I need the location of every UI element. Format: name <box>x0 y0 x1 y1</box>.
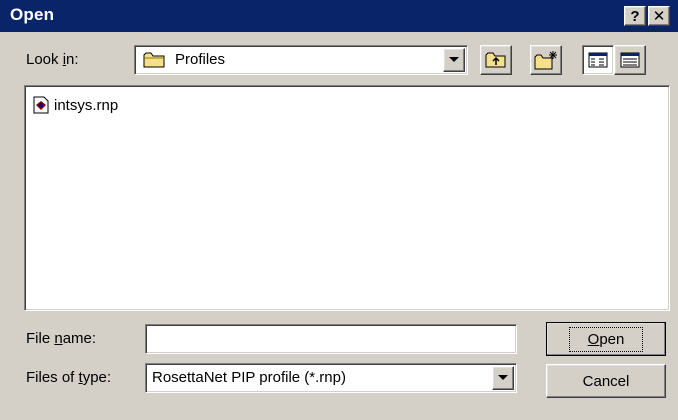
create-new-folder-button[interactable] <box>530 45 562 75</box>
help-icon: ? <box>630 7 640 25</box>
files-of-type-combo[interactable]: RosettaNet PIP profile (*.rnp) <box>145 363 517 393</box>
details-view-icon <box>620 52 640 68</box>
list-view-icon <box>588 52 608 68</box>
open-button-label: Open <box>568 326 644 352</box>
file-name-input[interactable] <box>145 324 517 354</box>
file-name: intsys.rnp <box>54 96 119 114</box>
title-bar[interactable]: Open ? ✕ <box>0 0 678 32</box>
close-button[interactable]: ✕ <box>648 6 670 26</box>
file-name-label: File name: <box>26 330 97 347</box>
files-of-type-label: Files of type: <box>26 369 112 386</box>
chevron-down-icon <box>498 375 508 380</box>
look-in-dropdown-button[interactable] <box>443 48 465 72</box>
files-of-type-value: RosettaNet PIP profile (*.rnp) <box>152 369 346 386</box>
details-view-button[interactable] <box>614 45 646 75</box>
file-list[interactable]: intsys.rnp <box>24 85 670 311</box>
new-folder-icon <box>534 51 557 70</box>
cancel-button[interactable]: Cancel <box>546 364 666 398</box>
close-icon: ✕ <box>652 8 666 25</box>
cancel-button-label: Cancel <box>582 372 630 390</box>
look-in-value: Profiles <box>175 51 226 68</box>
window-title: Open <box>10 5 55 24</box>
folder-icon <box>143 52 165 68</box>
open-button[interactable]: Open <box>546 322 666 356</box>
file-icon <box>33 96 49 114</box>
help-button[interactable]: ? <box>624 6 646 26</box>
files-of-type-dropdown-button[interactable] <box>492 366 514 390</box>
chevron-down-icon <box>449 57 459 62</box>
up-one-level-button[interactable] <box>480 45 512 75</box>
look-in-label: Look in: <box>26 51 79 68</box>
up-folder-icon <box>485 52 506 68</box>
look-in-combo[interactable]: Profiles <box>134 45 468 75</box>
list-item[interactable]: intsys.rnp <box>33 96 118 114</box>
list-view-button[interactable] <box>582 45 614 75</box>
